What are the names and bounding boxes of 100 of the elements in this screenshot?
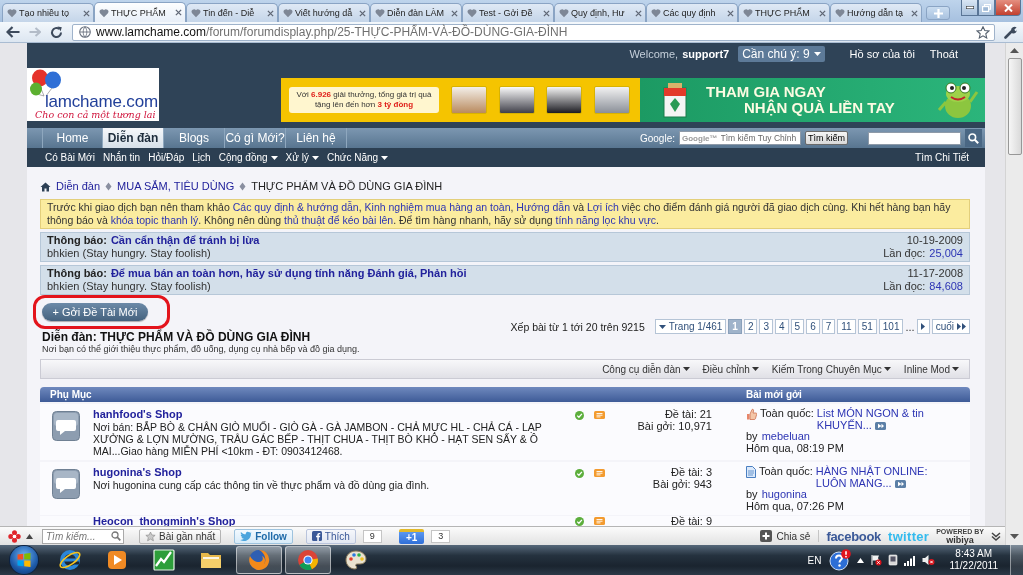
sub-nav-link[interactable]: Xử lý [285, 152, 319, 163]
close-icon[interactable] [819, 9, 826, 17]
show-desktop-button[interactable] [1010, 545, 1023, 575]
tool-menu[interactable]: Công cụ diễn đàn [602, 363, 690, 375]
announcement-link[interactable]: Để mua bán an toàn hơn, hãy sử dụng tính năng Đánh giá, Phản hồi [110, 267, 467, 280]
flower-icon[interactable] [8, 529, 21, 543]
advanced-search-link[interactable]: Tìm Chi Tiết [915, 152, 969, 163]
page-link[interactable]: 5 [790, 319, 805, 334]
go-arrow-icon[interactable] [874, 421, 886, 430]
browser-tab[interactable]: Quy định, Hư [554, 3, 646, 22]
notice-link[interactable]: Lợi ích [586, 201, 619, 213]
share-button[interactable]: Chia sẻ [760, 530, 820, 542]
clock-date[interactable]: 11/22/2011 [949, 560, 998, 572]
nav-tab[interactable]: Diễn đàn [103, 128, 164, 148]
breadcrumb-link[interactable]: Diễn đàn [56, 180, 101, 193]
restore-button[interactable] [978, 0, 995, 16]
star-icon[interactable] [976, 25, 990, 39]
logout-link[interactable]: Thoát [929, 48, 958, 60]
wibiya-logo-text[interactable]: wibiya [946, 535, 974, 545]
recent-posts-button[interactable]: Bài gần nhất [139, 528, 222, 544]
search-button[interactable]: Tìm kiếm [805, 131, 848, 145]
browser-tab[interactable]: Tin đến - Diễ [186, 3, 278, 22]
browser-tab[interactable]: Test - Gởi Đề [462, 3, 554, 22]
double-chevron-icon[interactable] [991, 531, 1001, 541]
plus-one-button[interactable]: +1 [398, 528, 425, 544]
close-icon[interactable] [359, 9, 366, 17]
last-page-button[interactable]: cuối [931, 319, 970, 334]
browser-tab[interactable]: Các quy định [646, 3, 738, 22]
notice-link[interactable]: Kinh nghiệm mua hàng an toàn [364, 201, 511, 213]
next-page-button[interactable] [916, 319, 930, 334]
language-indicator[interactable]: EN [807, 554, 822, 566]
sub-nav-link[interactable]: Chức Năng [326, 152, 389, 163]
tool-menu[interactable]: Kiếm Trong Chuyên Mục [771, 363, 891, 375]
browser-tab[interactable]: Diễn đàn LÀM [370, 3, 462, 22]
last-post-link[interactable]: List MÓN NGON & tin KHUYẾN... [816, 408, 946, 431]
scrollbar[interactable] [1005, 43, 1023, 545]
browser-tab[interactable]: Tạo nhiều tọ [2, 3, 94, 22]
subforum-link[interactable]: hanhfood's Shop [93, 408, 183, 421]
signal-icon[interactable] [904, 554, 917, 566]
back-icon[interactable] [6, 26, 20, 38]
banner-offer-panel[interactable]: Với 6.926 giải thưởng, tổng giá trị quà tặng lên đến hơn 3 tỷ đồng [281, 78, 640, 122]
browser-tab[interactable]: THỰC PHẨM [94, 2, 186, 22]
last-post-link[interactable]: HÀNG NHẬT ONLINE: LUÔN MANG... [815, 466, 946, 489]
username-link[interactable]: support7 [682, 48, 730, 60]
wrench-icon[interactable] [1004, 25, 1018, 39]
close-icon[interactable] [635, 9, 642, 17]
profile-link[interactable]: Hồ sơ của tôi [849, 48, 915, 60]
sub-nav-link[interactable]: Có Bài Mới [45, 152, 95, 163]
subforum-link[interactable]: hugonina's Shop [93, 466, 182, 479]
sub-nav-link[interactable]: Nhắn tin [102, 152, 141, 163]
device-icon[interactable] [888, 554, 899, 566]
page-link[interactable]: 2 [743, 319, 758, 334]
up-arrow-icon[interactable] [857, 557, 865, 563]
sub-nav-link[interactable]: Hỏi/Đáp [148, 152, 185, 163]
close-icon[interactable] [727, 9, 734, 17]
close-icon[interactable] [543, 9, 550, 17]
breadcrumb-link[interactable]: MUA SẮM, TIÊU DÙNG [117, 180, 235, 193]
facebook-link[interactable]: facebook [826, 528, 882, 544]
close-icon[interactable] [451, 9, 458, 17]
page-menu-button[interactable]: Trang 1/461 [654, 319, 727, 334]
announcement-link[interactable]: Cần cẩn thận để tránh bị lừa [110, 234, 260, 247]
page-link[interactable]: 7 [821, 319, 836, 334]
page-link[interactable]: 4 [775, 319, 789, 334]
minimize-button[interactable] [961, 0, 978, 16]
tool-menu[interactable]: Điều chỉnh [702, 363, 759, 375]
page-link[interactable]: 101 [878, 319, 904, 334]
author-link[interactable]: hugonina [761, 489, 807, 501]
search-field[interactable]: Tìm kiếm... [42, 528, 124, 544]
clock-time[interactable]: 8:43 AM [955, 548, 993, 560]
notice-link[interactable]: Hướng dẫn [516, 201, 570, 213]
notice-link[interactable]: tính năng lọc khu vực [555, 214, 656, 226]
scroll-up-icon[interactable] [1010, 48, 1019, 53]
go-arrow-icon[interactable] [894, 479, 906, 488]
tool-menu[interactable]: Inline Mod [903, 363, 959, 375]
search-field[interactable] [868, 131, 961, 145]
scroll-down-icon[interactable] [1010, 534, 1019, 539]
close-icon[interactable] [83, 9, 90, 17]
start-button[interactable] [10, 546, 38, 574]
address-field[interactable]: www.lamchame.com/forum/forumdisplay.php/25-THỰC-PHẨM-VÀ-ĐỒ-DÙNG-GIA-ĐÌNH [72, 23, 995, 41]
browser-tab[interactable]: Hướng dẫn tạ [830, 3, 922, 22]
sub-nav-link[interactable]: Cộng đồng [218, 152, 278, 163]
author-link[interactable]: mebeluan [761, 431, 810, 443]
sub-nav-link[interactable]: Lịch [192, 152, 211, 163]
help-icon[interactable] [829, 549, 852, 571]
close-icon[interactable] [267, 9, 274, 17]
reload-icon[interactable] [50, 25, 63, 39]
like-button[interactable]: Thích [305, 528, 356, 544]
new-thread-button[interactable]: + Gởi Đề Tài Mới [42, 303, 148, 321]
scrollbar-thumb[interactable] [1007, 58, 1022, 155]
close-button[interactable] [995, 0, 1021, 16]
flag-icon[interactable] [870, 554, 883, 566]
browser-tab[interactable]: Viết hướng dẫ [278, 3, 370, 22]
close-icon[interactable] [175, 9, 182, 16]
home-icon[interactable] [40, 181, 51, 192]
up-arrow-icon[interactable] [26, 533, 33, 539]
site-logo[interactable]: lamchame.com Cho con cả một tương lai [27, 68, 159, 121]
close-icon[interactable] [911, 9, 918, 17]
notice-link[interactable]: Các quy định & hướng dẫn [232, 201, 359, 213]
notice-link[interactable]: khóa topic thanh lý [110, 214, 199, 226]
page-link[interactable]: 11 [837, 319, 856, 334]
